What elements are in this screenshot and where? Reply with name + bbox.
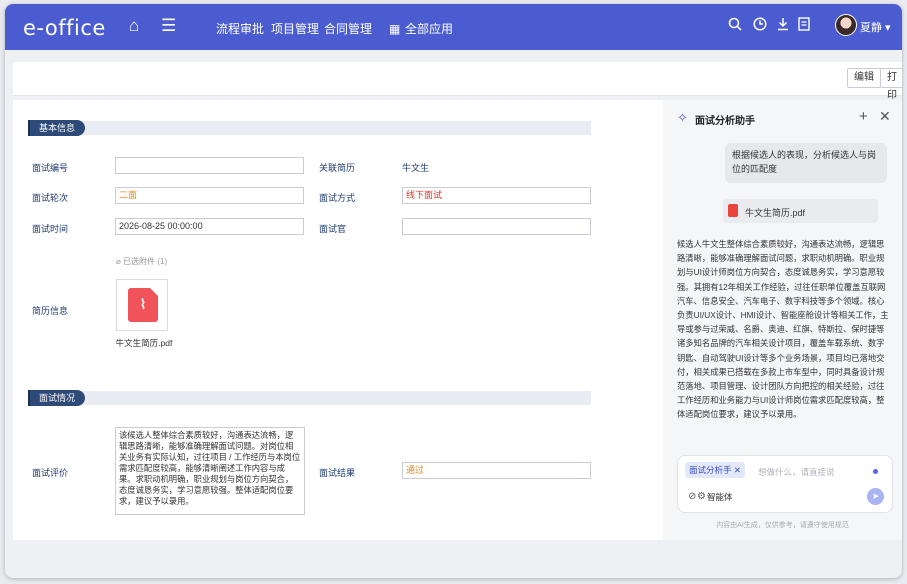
plus-icon[interactable]: + xyxy=(859,109,868,124)
app-logo[interactable]: e-office xyxy=(23,16,106,40)
interview-no-label: 面试编号 xyxy=(32,163,69,173)
agent-chip-label: 面试分析手 xyxy=(689,465,732,475)
send-button[interactable]: ➤ xyxy=(867,488,884,505)
download-icon[interactable] xyxy=(776,16,790,36)
top-navigation-bar: e-office ⌂ ☰ 流程审批 项目管理 合同管理 ▦ 全部应用 夏静 ▾ xyxy=(5,4,902,50)
search-icon[interactable] xyxy=(728,16,742,36)
section-title: 面试情况 xyxy=(28,390,86,406)
smart-agent-button[interactable]: 智能体 xyxy=(707,491,733,503)
user-message: 根据候选人的表现，分析候选人与岗位的匹配度 xyxy=(725,143,887,183)
result-label: 面试结果 xyxy=(319,468,356,478)
pdf-icon xyxy=(728,204,738,217)
edit-button[interactable]: 编辑 xyxy=(847,68,881,88)
sparkle-icon: ✧ xyxy=(677,110,688,125)
nav-project-management[interactable]: 项目管理 xyxy=(271,20,319,37)
agent-icon[interactable]: ⚙ xyxy=(697,490,706,503)
file-chip-name: 牛文生简历.pdf xyxy=(745,208,806,218)
action-toolbar: 编辑 打印 xyxy=(13,62,902,101)
chat-input[interactable]: 想做什么，请直接说 xyxy=(758,466,835,478)
status-dot xyxy=(873,469,878,474)
situation-section: 面试情况 xyxy=(28,390,591,406)
assistant-title: 面试分析助手 xyxy=(695,116,755,127)
resume-info-label: 简历信息 xyxy=(32,306,69,316)
attachment-number: (1) xyxy=(157,257,168,266)
ai-disclaimer: 内容由AI生成，仅供参考，请遵守使用规范 xyxy=(716,522,849,529)
username-dropdown[interactable]: 夏静 ▾ xyxy=(860,19,891,35)
grid-apps-icon[interactable]: ▦ xyxy=(389,19,400,39)
time-label: 面试时间 xyxy=(32,224,69,234)
section-title: 基本信息 xyxy=(28,120,86,136)
avatar[interactable] xyxy=(835,14,857,36)
resume-link[interactable]: 牛文生 xyxy=(402,161,429,174)
username: 夏静 xyxy=(860,22,882,34)
pdf-attachment[interactable]: ⌇ xyxy=(116,279,168,331)
agent-chip[interactable]: 面试分析手 ✕ xyxy=(685,462,746,478)
evaluation-label: 面试评价 xyxy=(32,468,69,478)
assistant-reply: 候选人牛文生整体综合素质较好，沟通表达流畅，逻辑思路清晰，能够准确理解面试问题，… xyxy=(677,239,889,420)
clock-icon[interactable] xyxy=(753,16,767,36)
paperclip-icon: ⌀ xyxy=(116,257,124,266)
interviewer-field[interactable] xyxy=(402,218,591,235)
basic-info-section: 基本信息 xyxy=(28,120,591,136)
interviewer-label: 面试官 xyxy=(319,224,347,234)
menu-icon[interactable]: ☰ xyxy=(161,16,176,36)
app-window: e-office ⌂ ☰ 流程审批 项目管理 合同管理 ▦ 全部应用 夏静 ▾ … xyxy=(5,4,902,578)
attach-icon[interactable]: ⊘ xyxy=(688,490,696,503)
home-icon[interactable]: ⌂ xyxy=(129,16,139,36)
interview-form: 基本信息 面试编号 关联简历 牛文生 面试轮次 二面 面试方式 线下面试 面试时… xyxy=(13,100,663,540)
ai-assistant-panel: ✧ 面试分析助手 + ✕ 根据候选人的表现，分析候选人与岗位的匹配度 牛文生简历… xyxy=(663,100,902,540)
close-icon[interactable]: ✕ xyxy=(734,465,741,475)
attachment-filename[interactable]: 牛文生简历.pdf xyxy=(114,338,174,349)
attachment-label: 已选附件 xyxy=(123,257,156,266)
nav-contract-management[interactable]: 合同管理 xyxy=(324,20,372,37)
result-field[interactable]: 通过 xyxy=(402,462,591,479)
method-label: 面试方式 xyxy=(319,193,356,203)
resume-label: 关联简历 xyxy=(319,163,356,173)
nav-all-apps[interactable]: 全部应用 xyxy=(405,20,453,37)
print-button[interactable]: 打印 xyxy=(880,68,902,101)
time-field[interactable]: 2026-08-25 00:00:00 xyxy=(115,218,304,235)
document-icon[interactable] xyxy=(798,16,810,36)
file-chip[interactable]: 牛文生简历.pdf xyxy=(723,199,878,223)
nav-process-approval[interactable]: 流程审批 xyxy=(216,20,264,37)
round-field[interactable]: 二面 xyxy=(115,187,304,204)
chevron-down-icon: ▾ xyxy=(882,22,891,34)
interview-no-field[interactable] xyxy=(115,157,304,174)
close-icon[interactable]: ✕ xyxy=(879,109,891,123)
pdf-file-icon: ⌇ xyxy=(128,288,158,322)
method-field[interactable]: 线下面试 xyxy=(402,187,591,204)
round-label: 面试轮次 xyxy=(32,193,69,203)
chat-input-box[interactable]: 面试分析手 ✕ 想做什么，请直接说 ⊘ ⚙ 智能体 ➤ xyxy=(677,455,893,513)
evaluation-textarea[interactable]: 该候选人整体综合素质较好，沟通表达流畅，逻辑思路清晰，能够准确理解面试问题。对岗… xyxy=(115,427,305,515)
attachment-count: ⌀ 已选附件 (1) xyxy=(116,256,167,267)
